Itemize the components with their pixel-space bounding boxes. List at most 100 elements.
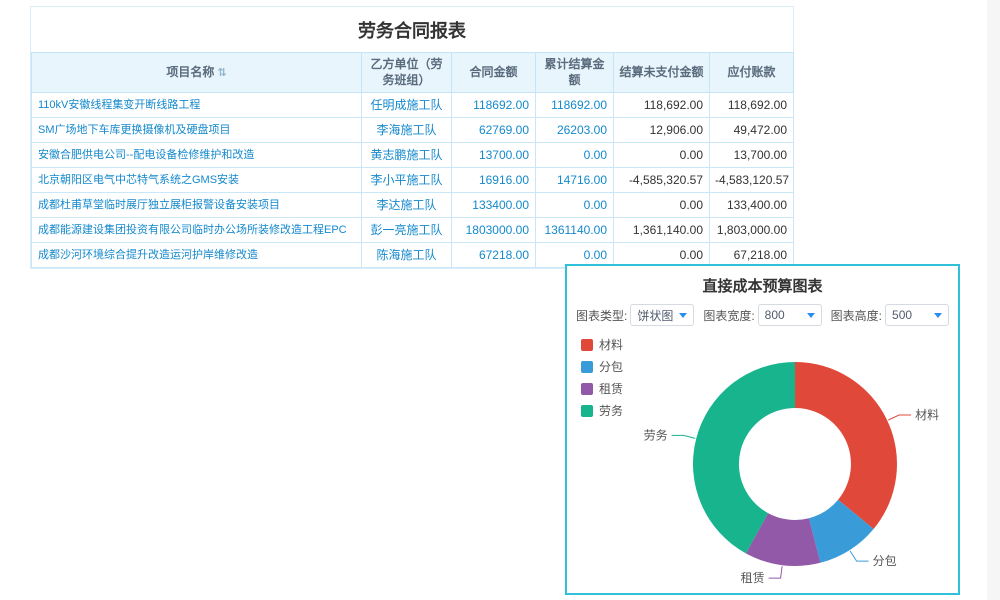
cell-settled: 0.00: [536, 143, 614, 168]
label-leader-line: [850, 551, 868, 561]
label-leader-line: [769, 566, 783, 578]
chart-width-control: 图表宽度: 800: [703, 304, 821, 326]
cell-name[interactable]: 北京朝阳区电气中芯特气系统之GMS安装: [32, 168, 362, 193]
cell-contract: 13700.00: [452, 143, 536, 168]
table-row: 安徽合肥供电公司--配电设备检修维护和改造黄志鹏施工队13700.000.000…: [32, 143, 794, 168]
cell-unpaid: -4,585,320.57: [614, 168, 710, 193]
chart-legend: 材料分包租赁劳务: [581, 336, 623, 424]
legend-label: 租赁: [599, 380, 623, 397]
cell-unit: 彭一亮施工队: [362, 218, 452, 243]
legend-swatch: [581, 383, 593, 395]
cell-contract: 1803000.00: [452, 218, 536, 243]
chart-type-label: 图表类型:: [576, 307, 627, 324]
cell-unit: 李达施工队: [362, 193, 452, 218]
column-header-unit: 乙方单位（劳务班组）: [362, 53, 452, 93]
cell-name[interactable]: 成都沙河环境综合提升改造运河护岸维修改造: [32, 243, 362, 268]
column-label-project-name: 项目名称: [166, 65, 214, 79]
legend-swatch: [581, 405, 593, 417]
table-row: 北京朝阳区电气中芯特气系统之GMS安装李小平施工队16916.0014716.0…: [32, 168, 794, 193]
chart-width-value: 800: [765, 308, 785, 322]
cell-unpaid: 1,361,140.00: [614, 218, 710, 243]
column-header-contract-amount: 合同金额: [452, 53, 536, 93]
chevron-down-icon: [807, 313, 815, 318]
cell-unpaid: 118,692.00: [614, 93, 710, 118]
cell-name[interactable]: 成都能源建设集团投资有限公司临时办公场所装修改造工程EPC: [32, 218, 362, 243]
cell-payable: 1,803,000.00: [710, 218, 794, 243]
cell-unit: 李小平施工队: [362, 168, 452, 193]
cell-settled: 1361140.00: [536, 218, 614, 243]
table-row: 成都杜甫草堂临时展厅独立展柜报警设备安装项目李达施工队133400.000.00…: [32, 193, 794, 218]
cell-contract: 16916.00: [452, 168, 536, 193]
sort-icon[interactable]: ⇅: [217, 67, 226, 79]
table-header-row: 项目名称⇅ 乙方单位（劳务班组） 合同金额 累计结算金额 结算未支付金额 应付账…: [32, 53, 794, 93]
cell-unpaid: 12,906.00: [614, 118, 710, 143]
direct-cost-chart-panel: 直接成本预算图表 图表类型: 饼状图 图表宽度: 800 图表高度: 500 材…: [565, 264, 960, 595]
cell-name[interactable]: SM广场地下车库更换摄像机及硬盘项目: [32, 118, 362, 143]
chevron-down-icon: [934, 313, 942, 318]
cell-settled: 118692.00: [536, 93, 614, 118]
cell-settled: 14716.00: [536, 168, 614, 193]
chart-type-control: 图表类型: 饼状图: [576, 304, 694, 326]
slice-label-分包: 分包: [873, 554, 897, 568]
cell-contract: 118692.00: [452, 93, 536, 118]
cell-unpaid: 0.00: [614, 143, 710, 168]
report-table: 项目名称⇅ 乙方单位（劳务班组） 合同金额 累计结算金额 结算未支付金额 应付账…: [31, 52, 794, 268]
cell-payable: 49,472.00: [710, 118, 794, 143]
table-row: 成都能源建设集团投资有限公司临时办公场所装修改造工程EPC彭一亮施工队18030…: [32, 218, 794, 243]
pie-slice-材料[interactable]: [795, 362, 897, 529]
cell-unpaid: 0.00: [614, 193, 710, 218]
cell-payable: 133,400.00: [710, 193, 794, 218]
legend-item-材料[interactable]: 材料: [581, 336, 623, 353]
legend-swatch: [581, 361, 593, 373]
slice-label-劳务: 劳务: [644, 427, 668, 442]
label-leader-line: [672, 435, 696, 438]
chart-height-control: 图表高度: 500: [831, 304, 949, 326]
cell-name[interactable]: 110kV安徽线程集变开断线路工程: [32, 93, 362, 118]
chart-height-select[interactable]: 500: [885, 304, 949, 326]
report-title: 劳务合同报表: [31, 7, 793, 52]
chart-type-select[interactable]: 饼状图: [630, 304, 694, 326]
chart-controls: 图表类型: 饼状图 图表宽度: 800 图表高度: 500: [567, 304, 958, 326]
column-header-payable: 应付账款: [710, 53, 794, 93]
chart-height-value: 500: [892, 308, 912, 322]
cell-contract: 133400.00: [452, 193, 536, 218]
table-row: SM广场地下车库更换摄像机及硬盘项目李海施工队62769.0026203.001…: [32, 118, 794, 143]
legend-label: 分包: [599, 358, 623, 375]
column-header-settled-amount: 累计结算金额: [536, 53, 614, 93]
table-row: 110kV安徽线程集变开断线路工程任明成施工队118692.00118692.0…: [32, 93, 794, 118]
cell-payable: -4,583,120.57: [710, 168, 794, 193]
slice-label-租赁: 租赁: [741, 571, 765, 585]
chart-width-select[interactable]: 800: [758, 304, 822, 326]
cell-unit: 陈海施工队: [362, 243, 452, 268]
legend-swatch: [581, 339, 593, 351]
legend-item-租赁[interactable]: 租赁: [581, 380, 623, 397]
cell-payable: 13,700.00: [710, 143, 794, 168]
labor-contract-report-panel: 劳务合同报表 项目名称⇅ 乙方单位（劳务班组） 合同金额 累计结算金额 结算未支…: [30, 6, 794, 269]
cell-payable: 118,692.00: [710, 93, 794, 118]
donut-chart: 材料分包租赁劳务: [567, 324, 958, 593]
cell-name[interactable]: 成都杜甫草堂临时展厅独立展柜报警设备安装项目: [32, 193, 362, 218]
slice-label-材料: 材料: [915, 408, 939, 422]
cell-unit: 任明成施工队: [362, 93, 452, 118]
chart-height-label: 图表高度:: [831, 307, 882, 324]
cell-unit: 黄志鹏施工队: [362, 143, 452, 168]
column-header-project-name[interactable]: 项目名称⇅: [32, 53, 362, 93]
cell-settled: 0.00: [536, 193, 614, 218]
column-header-unpaid-amount: 结算未支付金额: [614, 53, 710, 93]
cell-contract: 67218.00: [452, 243, 536, 268]
chart-width-label: 图表宽度:: [703, 307, 754, 324]
cell-unit: 李海施工队: [362, 118, 452, 143]
label-leader-line: [888, 415, 911, 420]
cell-contract: 62769.00: [452, 118, 536, 143]
chevron-down-icon: [679, 313, 687, 318]
cell-settled: 26203.00: [536, 118, 614, 143]
legend-item-分包[interactable]: 分包: [581, 358, 623, 375]
chart-title: 直接成本预算图表: [567, 266, 958, 304]
legend-item-劳务[interactable]: 劳务: [581, 402, 623, 419]
legend-label: 材料: [599, 336, 623, 353]
report-table-body: 110kV安徽线程集变开断线路工程任明成施工队118692.00118692.0…: [32, 93, 794, 268]
legend-label: 劳务: [599, 402, 623, 419]
page-edge: [987, 0, 1000, 600]
cell-name[interactable]: 安徽合肥供电公司--配电设备检修维护和改造: [32, 143, 362, 168]
chart-type-value: 饼状图: [637, 307, 673, 324]
